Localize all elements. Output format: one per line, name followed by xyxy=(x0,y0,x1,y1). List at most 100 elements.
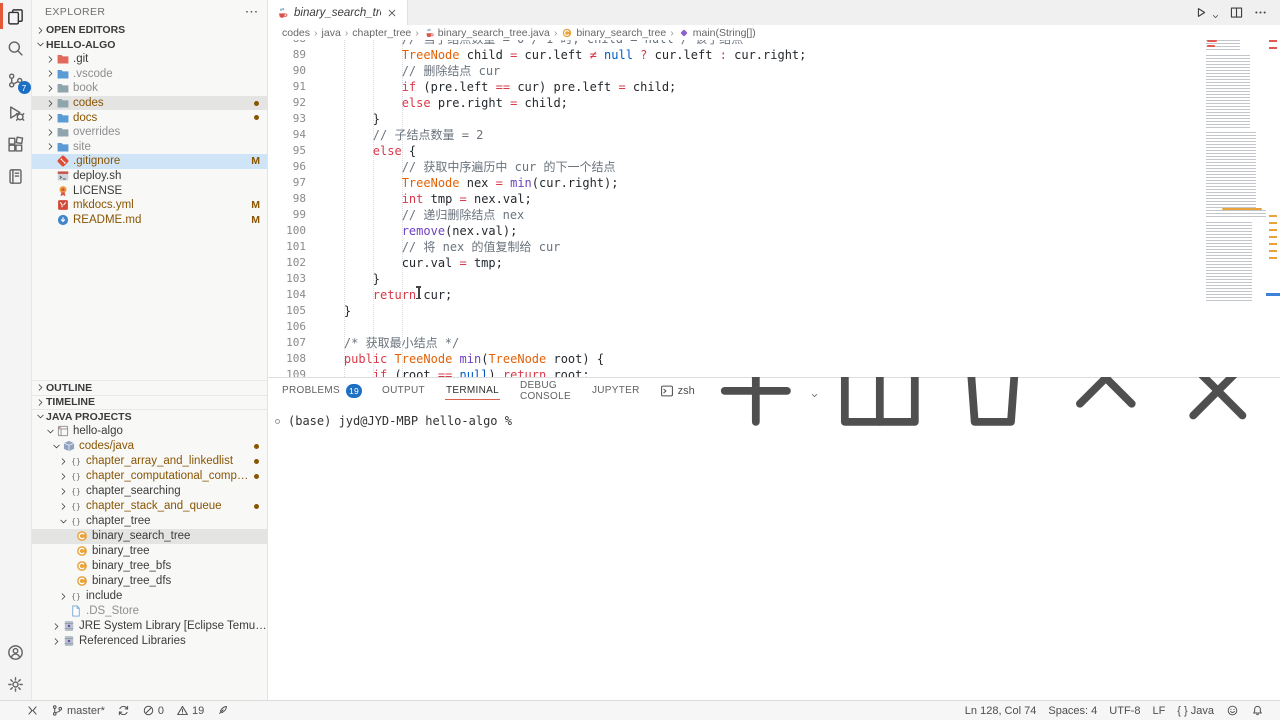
status-spaces-4[interactable]: Spaces: 4 xyxy=(1042,701,1103,720)
status-bell[interactable] xyxy=(1245,701,1270,720)
section-java-projects[interactable]: JAVA PROJECTS xyxy=(32,409,267,424)
tree-item-gitignore[interactable]: .gitignoreM xyxy=(32,154,267,169)
tree-item-site[interactable]: site xyxy=(32,140,267,155)
braces-icon: {} xyxy=(69,514,83,528)
status-sync[interactable] xyxy=(111,701,136,720)
minimap[interactable] xyxy=(1202,40,1266,377)
braces-icon: {} xyxy=(69,499,83,513)
tree-item-book[interactable]: book xyxy=(32,81,267,96)
section-outline[interactable]: OUTLINE xyxy=(32,380,267,395)
tab-binary-search-tree-java[interactable]: binary_search_tree.java xyxy=(268,0,408,25)
tree-item-chapter-searching[interactable]: {}chapter_searching xyxy=(32,484,267,499)
code-editor[interactable]: 88 // 当子结点数量 = 0 / 1 时, child = null / 该… xyxy=(268,40,1280,377)
panel-tab-terminal[interactable]: TERMINAL xyxy=(445,378,500,404)
breadcrumb-main-string[interactable]: main(String[]) xyxy=(678,27,756,39)
status-label: { } Java xyxy=(1177,705,1214,717)
status-label: Ln 128, Col 74 xyxy=(965,705,1037,717)
tree-item-referenced-libraries[interactable]: Referenced Libraries xyxy=(32,634,267,649)
section-hello-algo[interactable]: HELLO-ALGO xyxy=(32,38,267,53)
tree-item-docs[interactable]: docs xyxy=(32,110,267,125)
tree-item-binary-search-tree[interactable]: binary_search_tree xyxy=(32,529,267,544)
activity-ext-button[interactable] xyxy=(0,128,32,160)
tree-item-binary-tree[interactable]: binary_tree xyxy=(32,544,267,559)
activity-scm-button[interactable]: 7 xyxy=(0,64,32,96)
section-label: TIMELINE xyxy=(46,396,95,408)
tree-item-hello-algo[interactable]: hello-algo xyxy=(32,424,267,439)
status-remote[interactable] xyxy=(20,701,45,720)
breadcrumb-binary-search-tree-java[interactable]: binary_search_tree.java xyxy=(423,27,550,39)
section-timeline[interactable]: TIMELINE xyxy=(32,395,267,410)
breadcrumb-java[interactable]: java xyxy=(322,27,341,39)
panel-header: PROBLEMS19 OUTPUT TERMINAL DEBUG CONSOLE JUP… xyxy=(268,378,1280,404)
tree-item-codes-java[interactable]: codes/java xyxy=(32,439,267,454)
tree-item-chapter-stack-and-queue[interactable]: {}chapter_stack_and_queue xyxy=(32,499,267,514)
tree-item-git[interactable]: .git xyxy=(32,52,267,67)
activity-search-button[interactable] xyxy=(0,32,32,64)
tree-item-include[interactable]: {}include xyxy=(32,589,267,604)
tree-item-overrides[interactable]: overrides xyxy=(32,125,267,140)
tree-item-label: Referenced Libraries xyxy=(79,635,267,647)
status-master[interactable]: master* xyxy=(45,701,111,720)
tree-item-deploy-sh[interactable]: deploy.sh xyxy=(32,169,267,184)
tree-item-binary-tree-dfs[interactable]: binary_tree_dfs xyxy=(32,574,267,589)
tree-item-label: binary_search_tree xyxy=(92,530,267,542)
breadcrumb-codes[interactable]: codes xyxy=(282,27,310,39)
tree-item-binary-tree-bfs[interactable]: binary_tree_bfs xyxy=(32,559,267,574)
tree-item-mkdocs-yml[interactable]: mkdocs.ymlM xyxy=(32,198,267,213)
tree-item-ds-store[interactable]: .DS_Store xyxy=(32,604,267,619)
remote-icon xyxy=(26,704,39,717)
activity-notebook-button[interactable] xyxy=(0,160,32,192)
more-actions-icon[interactable]: ··· xyxy=(246,6,260,18)
status-launch[interactable] xyxy=(210,701,235,720)
chevron-right-icon xyxy=(44,82,56,94)
close-icon[interactable] xyxy=(386,6,400,20)
shell-picker[interactable]: zsh xyxy=(660,384,695,398)
tree-item-codes[interactable]: codes xyxy=(32,96,267,111)
breadcrumb-binary-search-tree[interactable]: binary_search_tree xyxy=(561,27,666,39)
panel-tab-debug-console[interactable]: DEBUG CONSOLE xyxy=(519,378,572,404)
tree-item-jre-system-library-eclipse-temurin-17-17[interactable]: JRE System Library [Eclipse Temurin 17 [… xyxy=(32,619,267,634)
split-editor-icon[interactable] xyxy=(1229,5,1244,20)
status-lf[interactable]: LF xyxy=(1146,701,1171,720)
tree-item-label: chapter_tree xyxy=(86,515,267,527)
tree-item-chapter-computational-complexity[interactable]: {}chapter_computational_complexity xyxy=(32,469,267,484)
tree-item-readme-md[interactable]: README.mdM xyxy=(32,213,267,228)
ruler-warning-mark xyxy=(1269,250,1277,252)
line-number: 100 xyxy=(268,223,306,239)
terminal-prompt: (base) jyd@JYD-MBP hello-algo % xyxy=(288,414,512,428)
tree-item-label: include xyxy=(86,590,267,602)
tree-item-chapter-tree[interactable]: {}chapter_tree xyxy=(32,514,267,529)
status-java[interactable]: { } Java xyxy=(1171,701,1220,720)
breadcrumb-label: codes xyxy=(282,27,310,39)
folder-icon xyxy=(56,125,70,139)
tree-item-chapter-array-and-linkedlist[interactable]: {}chapter_array_and_linkedlist xyxy=(32,454,267,469)
terminal[interactable]: (base) jyd@JYD-MBP hello-algo % xyxy=(268,404,1280,700)
panel-tab-output[interactable]: OUTPUT xyxy=(381,378,426,404)
git-modified-dot xyxy=(254,101,259,106)
panel-tab-problems[interactable]: PROBLEMS19 xyxy=(281,378,362,404)
git-icon xyxy=(56,154,70,168)
status-utf-8[interactable]: UTF-8 xyxy=(1103,701,1146,720)
activity-files-button[interactable] xyxy=(0,0,32,32)
status-19[interactable]: 19 xyxy=(170,701,210,720)
code-text: remove(nex.val); xyxy=(315,223,517,239)
status-0[interactable]: 0 xyxy=(136,701,170,720)
panel-tab-jupyter[interactable]: JUPYTER xyxy=(591,378,641,404)
chevron-down-icon[interactable] xyxy=(1211,8,1220,17)
tree-item-vscode[interactable]: .vscode xyxy=(32,67,267,82)
chevron-right-icon xyxy=(44,68,56,80)
activity-account-button[interactable] xyxy=(0,636,32,668)
minimap-error-mark xyxy=(1207,40,1217,42)
chevron-down-icon[interactable] xyxy=(810,387,819,396)
activity-debug-button[interactable] xyxy=(0,96,32,128)
tree-item-license[interactable]: LICENSE xyxy=(32,183,267,198)
status-ln-128-col-74[interactable]: Ln 128, Col 74 xyxy=(959,701,1043,720)
explorer-file-tree: .git.vscodebookcodesdocsoverridessite.gi… xyxy=(32,52,267,227)
more-actions-icon[interactable] xyxy=(1253,5,1268,20)
activity-gear-button[interactable] xyxy=(0,668,32,700)
section-open-editors[interactable]: OPEN EDITORS xyxy=(32,23,267,38)
status-feedback[interactable] xyxy=(1220,701,1245,720)
breadcrumb-chapter-tree[interactable]: chapter_tree xyxy=(352,27,411,39)
run-icon[interactable] xyxy=(1193,5,1208,20)
breadcrumb-separator: › xyxy=(314,27,318,39)
